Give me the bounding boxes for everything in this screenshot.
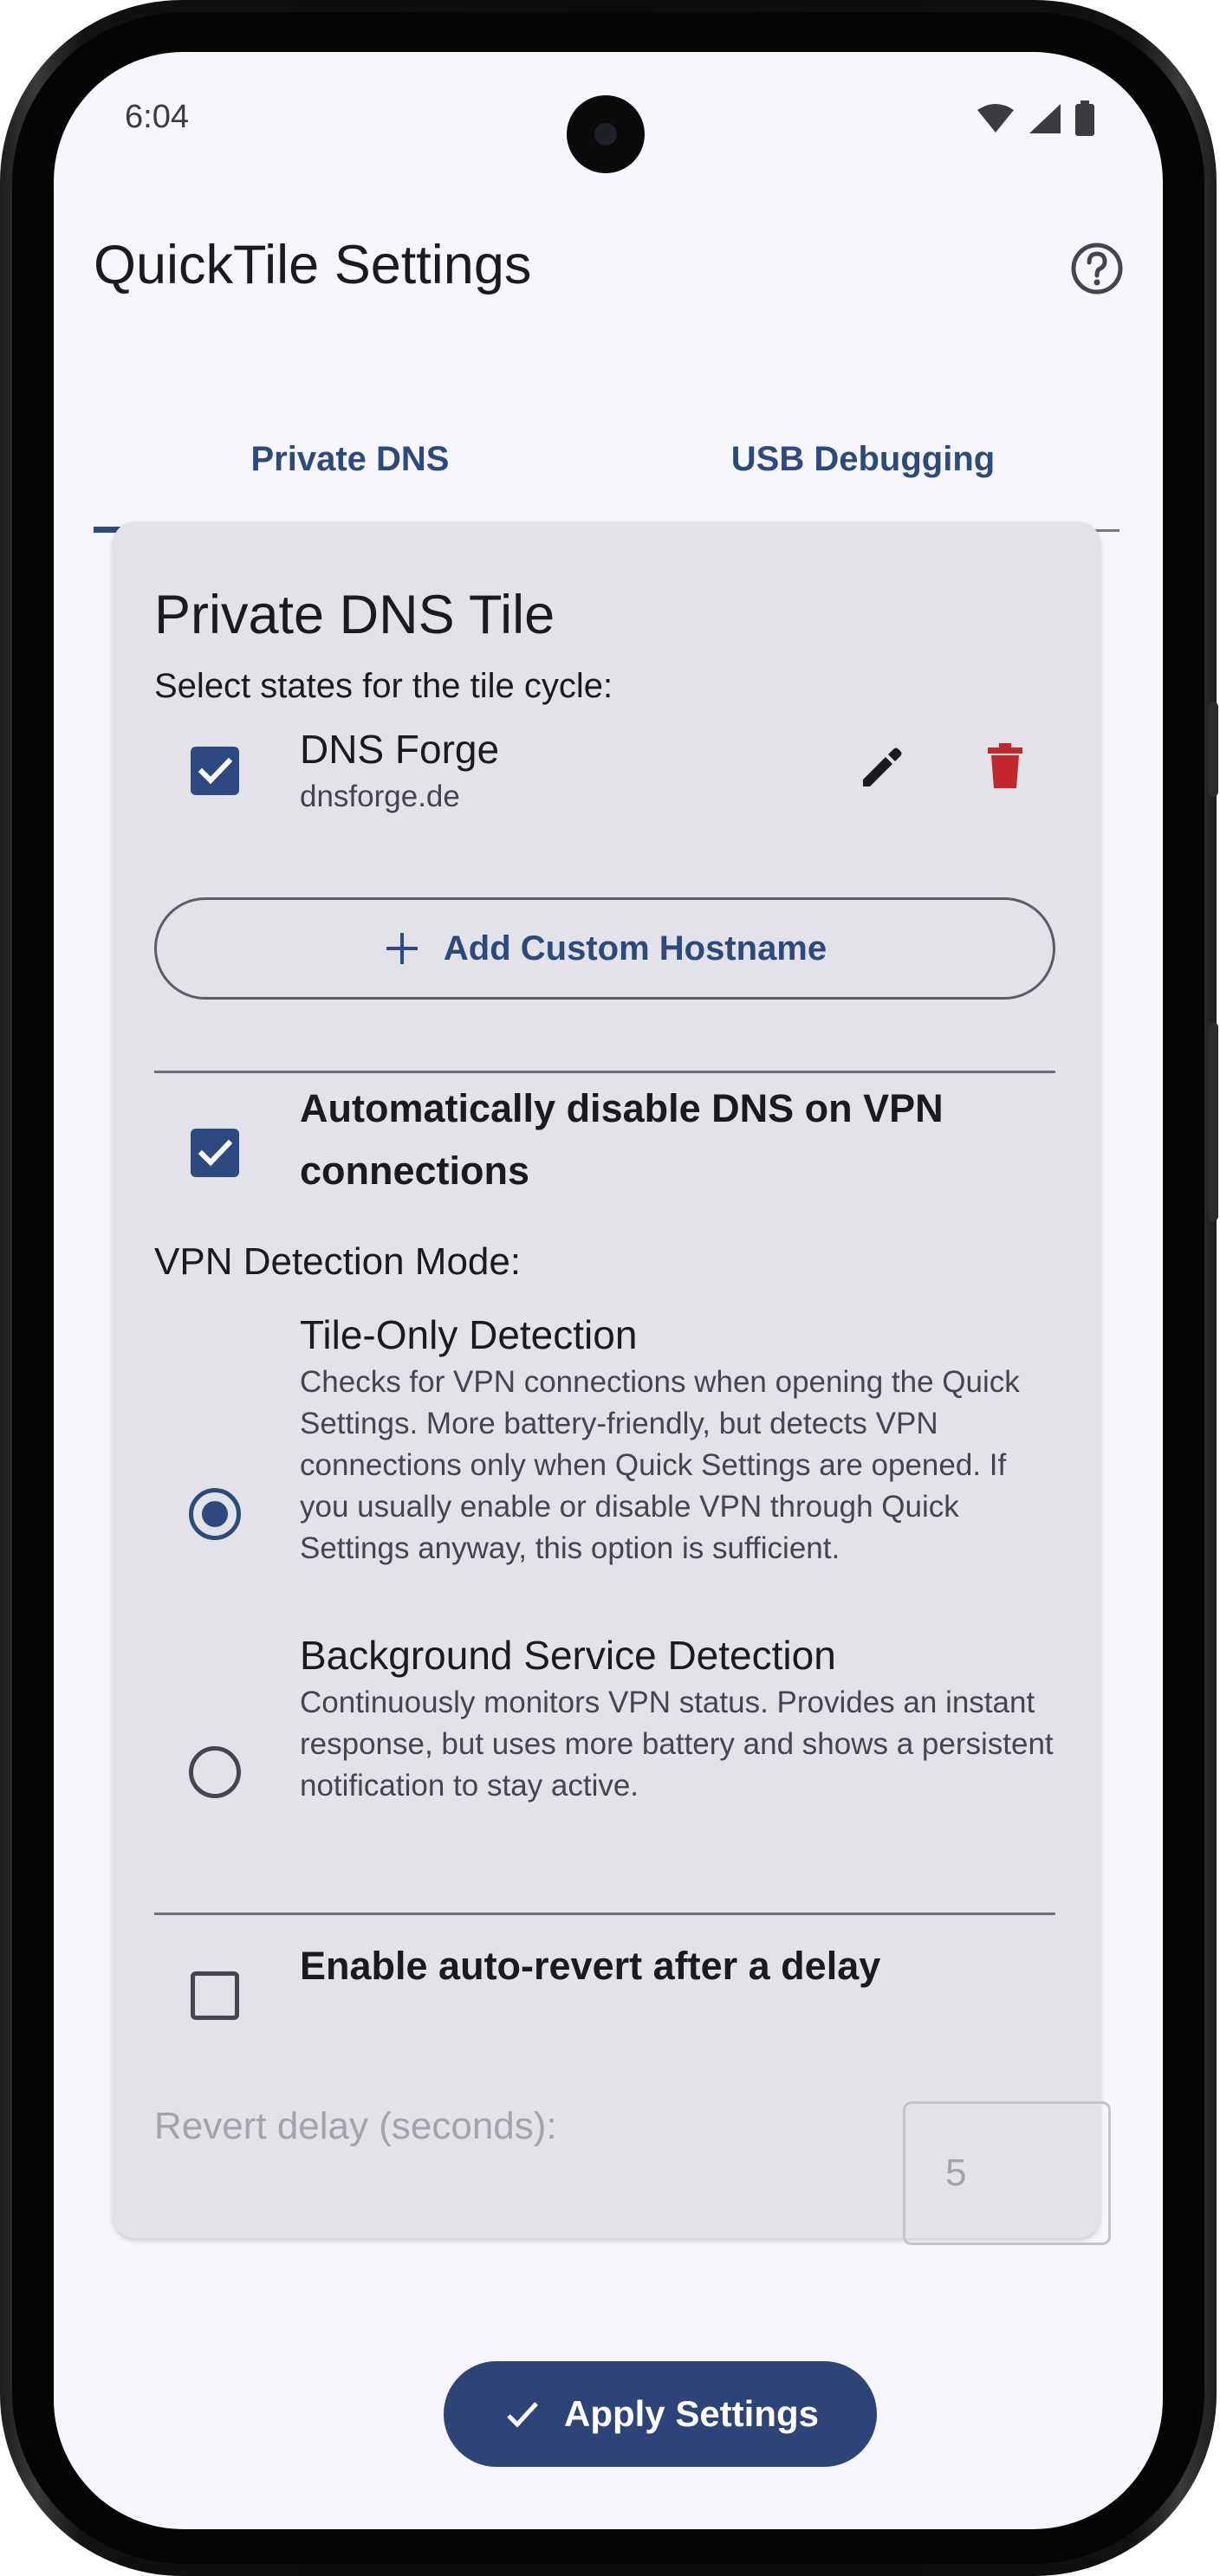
auto-revert-label: Enable auto-revert after a delay: [300, 1944, 881, 1988]
card-subtitle: Select states for the tile cycle:: [154, 667, 613, 705]
divider: [154, 1913, 1055, 1915]
apply-settings-label: Apply Settings: [563, 2393, 820, 2434]
tab-private-dns[interactable]: Private DNS: [94, 390, 607, 533]
option-title-tile-only: Tile-Only Detection: [300, 1312, 638, 1357]
wifi-icon: [977, 104, 1014, 133]
vpn-disable-checkbox[interactable]: [191, 1129, 239, 1177]
camera-hole: [567, 95, 645, 173]
page-title: QuickTile Settings: [94, 235, 532, 295]
private-dns-card: Private DNS Tile Select states for the t…: [113, 521, 1111, 2245]
option-desc-tile-only: Checks for VPN connections when opening …: [300, 1365, 1020, 1565]
check-icon: [198, 1139, 233, 1167]
add-custom-hostname-label: Add Custom Hostname: [443, 929, 827, 968]
card-title: Private DNS Tile: [154, 585, 555, 645]
side-button-power: [1208, 702, 1218, 797]
apply-settings-button[interactable]: Apply Settings: [444, 2361, 877, 2467]
option-title-background-service: Background Service Detection: [300, 1633, 836, 1678]
trash-icon[interactable]: [970, 731, 1040, 800]
status-time: 6:04: [125, 99, 189, 135]
check-icon: [507, 2402, 538, 2428]
add-custom-hostname-button[interactable]: Add Custom Hostname: [154, 897, 1055, 1000]
tab-usb-debugging[interactable]: USB Debugging: [607, 390, 1119, 529]
battery-icon: [1075, 100, 1094, 136]
tab-bar: Private DNS USB Debugging: [94, 390, 1119, 533]
dns-entry-checkbox[interactable]: [191, 747, 239, 795]
pencil-icon[interactable]: [847, 731, 917, 800]
check-icon: [198, 757, 233, 785]
plus-icon: [386, 933, 418, 964]
cell-signal-icon: [1029, 104, 1061, 133]
radio-tile-only-detection[interactable]: [189, 1488, 241, 1540]
help-circle-icon[interactable]: [1069, 241, 1125, 296]
dns-entry-name: DNS Forge: [300, 727, 500, 772]
status-icons: [976, 100, 1095, 137]
screen: 6:04 QuickTile Settings Private DNS USB …: [54, 52, 1163, 2529]
side-button-volume: [1208, 1022, 1218, 1221]
divider: [154, 1071, 1055, 1073]
radio-background-service-detection[interactable]: [189, 1746, 241, 1798]
option-desc-background-service: Continuously monitors VPN status. Provid…: [300, 1686, 1054, 1803]
vpn-detection-mode-heading: VPN Detection Mode:: [154, 1240, 522, 1283]
auto-revert-checkbox[interactable]: [191, 1971, 239, 2020]
dns-entry-hostname: dnsforge.de: [300, 780, 460, 813]
revert-delay-input[interactable]: [903, 2101, 1111, 2245]
vpn-disable-label: Automatically disable DNS on VPN connect…: [300, 1086, 944, 1193]
revert-delay-label: Revert delay (seconds):: [154, 2105, 557, 2147]
